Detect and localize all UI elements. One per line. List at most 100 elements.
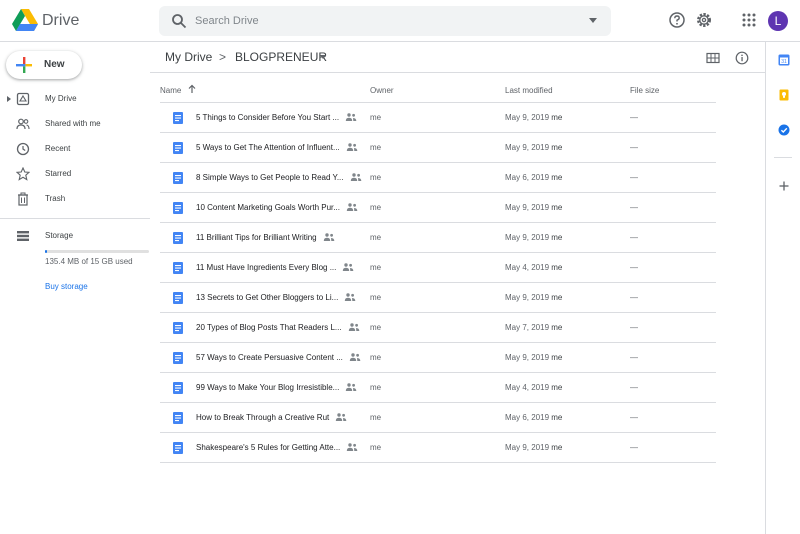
- side-panel-rail: 31: [765, 42, 800, 534]
- table-row[interactable]: 11 Must Have Ingredients Every Blog ... m…: [160, 253, 716, 283]
- table-row[interactable]: 13 Secrets to Get Other Bloggers to Li..…: [160, 283, 716, 313]
- modified-by: me: [551, 443, 563, 452]
- sidebar-item-shared-with-me[interactable]: Shared with me: [0, 115, 150, 135]
- column-header-last-modified[interactable]: Last modified: [505, 86, 553, 95]
- storage-used-text: 135.4 MB of 15 GB used: [45, 257, 133, 266]
- google-doc-icon: [173, 232, 183, 244]
- file-name[interactable]: 5 Things to Consider Before You Start ..…: [196, 113, 339, 122]
- sidebar-item-my-drive[interactable]: My Drive: [0, 90, 150, 110]
- file-name[interactable]: 11 Brilliant Tips for Brilliant Writing: [196, 233, 317, 242]
- search-bar[interactable]: [159, 6, 611, 36]
- google-doc-icon: [173, 112, 183, 124]
- table-row[interactable]: 57 Ways to Create Persuasive Content ...…: [160, 343, 716, 373]
- table-row[interactable]: Shakespeare's 5 Rules for Getting Atte..…: [160, 433, 716, 463]
- modified-by: me: [551, 143, 563, 152]
- file-owner: me: [370, 413, 382, 422]
- table-row[interactable]: 10 Content Marketing Goals Worth Pur... m…: [160, 193, 716, 223]
- table-row[interactable]: 8 Simple Ways to Get People to Read Y...…: [160, 163, 716, 193]
- table-row[interactable]: 99 Ways to Make Your Blog Irresistible..…: [160, 373, 716, 403]
- sort-ascending-arrow-icon[interactable]: [187, 84, 197, 94]
- modified-by: me: [551, 353, 563, 362]
- file-name[interactable]: 5 Ways to Get The Attention of Influent.…: [196, 143, 340, 152]
- file-name[interactable]: 11 Must Have Ingredients Every Blog ...: [196, 263, 336, 272]
- file-last-modified: May 9, 2019 me: [505, 443, 562, 452]
- top-bar: Drive L: [0, 0, 800, 42]
- table-row[interactable]: How to Break Through a Creative Rut me May…: [160, 403, 716, 433]
- modified-date: May 9, 2019: [505, 143, 550, 152]
- google-doc-icon: [173, 142, 183, 154]
- help-icon[interactable]: [668, 11, 686, 29]
- search-icon[interactable]: [171, 13, 187, 29]
- modified-date: May 7, 2019: [505, 323, 550, 332]
- header-divider: [150, 72, 765, 73]
- buy-storage-link[interactable]: Buy storage: [45, 282, 88, 291]
- grid-view-icon[interactable]: [706, 51, 720, 65]
- modified-by: me: [551, 293, 563, 302]
- file-name[interactable]: 8 Simple Ways to Get People to Read Y...: [196, 173, 344, 182]
- table-row[interactable]: 5 Things to Consider Before You Start ..…: [160, 103, 716, 133]
- file-owner: me: [370, 113, 382, 122]
- google-doc-icon: [173, 172, 183, 184]
- shared-people-icon: [342, 263, 354, 271]
- file-last-modified: May 9, 2019 me: [505, 233, 562, 242]
- new-button[interactable]: New: [6, 51, 82, 79]
- modified-date: May 6, 2019: [505, 413, 550, 422]
- sidebar-item-starred[interactable]: Starred: [0, 165, 150, 185]
- keep-notes-icon[interactable]: [778, 89, 790, 101]
- drive-logo-icon[interactable]: [12, 9, 38, 31]
- file-name[interactable]: 20 Types of Blog Posts That Readers L...: [196, 323, 342, 332]
- google-doc-icon: [173, 352, 183, 364]
- file-size: —: [630, 233, 638, 242]
- modified-date: May 4, 2019: [505, 263, 550, 272]
- sidebar-item-recent[interactable]: Recent: [0, 140, 150, 160]
- star-icon: [16, 167, 30, 181]
- apps-grid-icon[interactable]: [740, 11, 758, 29]
- modified-by: me: [551, 233, 563, 242]
- sidebar-item-storage[interactable]: Storage: [0, 227, 150, 247]
- storage-icon: [17, 231, 29, 241]
- drive-icon: [16, 92, 30, 106]
- folder-menu-dropdown-icon[interactable]: [320, 55, 326, 59]
- app-name[interactable]: Drive: [42, 12, 79, 30]
- add-addon-plus-icon[interactable]: [778, 180, 790, 192]
- column-header-file-size[interactable]: File size: [630, 86, 659, 95]
- column-header-owner[interactable]: Owner: [370, 86, 394, 95]
- sidebar-item-label: Shared with me: [45, 119, 101, 128]
- breadcrumb-current-folder[interactable]: BLOGPRENEUR: [235, 50, 327, 64]
- column-header-name[interactable]: Name: [160, 86, 181, 95]
- table-row[interactable]: 5 Ways to Get The Attention of Influent.…: [160, 133, 716, 163]
- shared-people-icon: [345, 383, 357, 391]
- shared-people-icon: [346, 443, 358, 451]
- modified-date: May 6, 2019: [505, 173, 550, 182]
- expand-caret-icon[interactable]: [7, 96, 11, 102]
- google-doc-icon: [173, 202, 183, 214]
- file-size: —: [630, 383, 638, 392]
- shared-people-icon: [345, 113, 357, 121]
- file-name[interactable]: 10 Content Marketing Goals Worth Pur...: [196, 203, 340, 212]
- settings-gear-icon[interactable]: [695, 11, 713, 29]
- modified-date: May 9, 2019: [505, 113, 550, 122]
- table-row[interactable]: 11 Brilliant Tips for Brilliant Writing m…: [160, 223, 716, 253]
- file-name[interactable]: Shakespeare's 5 Rules for Getting Atte..…: [196, 443, 340, 452]
- table-row[interactable]: 20 Types of Blog Posts That Readers L...…: [160, 313, 716, 343]
- shared-people-icon: [335, 413, 347, 421]
- search-input[interactable]: [195, 12, 575, 30]
- file-name[interactable]: 99 Ways to Make Your Blog Irresistible..…: [196, 383, 339, 392]
- search-options-dropdown-icon[interactable]: [589, 18, 597, 23]
- sidebar-item-trash[interactable]: Trash: [0, 190, 150, 210]
- modified-by: me: [551, 113, 563, 122]
- file-name[interactable]: 13 Secrets to Get Other Bloggers to Li..…: [196, 293, 338, 302]
- details-info-icon[interactable]: [735, 51, 749, 65]
- file-name[interactable]: How to Break Through a Creative Rut: [196, 413, 329, 422]
- breadcrumb-my-drive[interactable]: My Drive: [165, 50, 212, 64]
- account-avatar[interactable]: L: [768, 11, 788, 31]
- shared-people-icon: [346, 143, 358, 151]
- file-size: —: [630, 203, 638, 212]
- file-name[interactable]: 57 Ways to Create Persuasive Content ...: [196, 353, 343, 362]
- modified-by: me: [551, 263, 563, 272]
- tasks-icon[interactable]: [778, 124, 790, 136]
- modified-date: May 9, 2019: [505, 293, 550, 302]
- modified-date: May 9, 2019: [505, 443, 550, 452]
- calendar-icon[interactable]: 31: [778, 54, 790, 66]
- file-last-modified: May 4, 2019 me: [505, 263, 562, 272]
